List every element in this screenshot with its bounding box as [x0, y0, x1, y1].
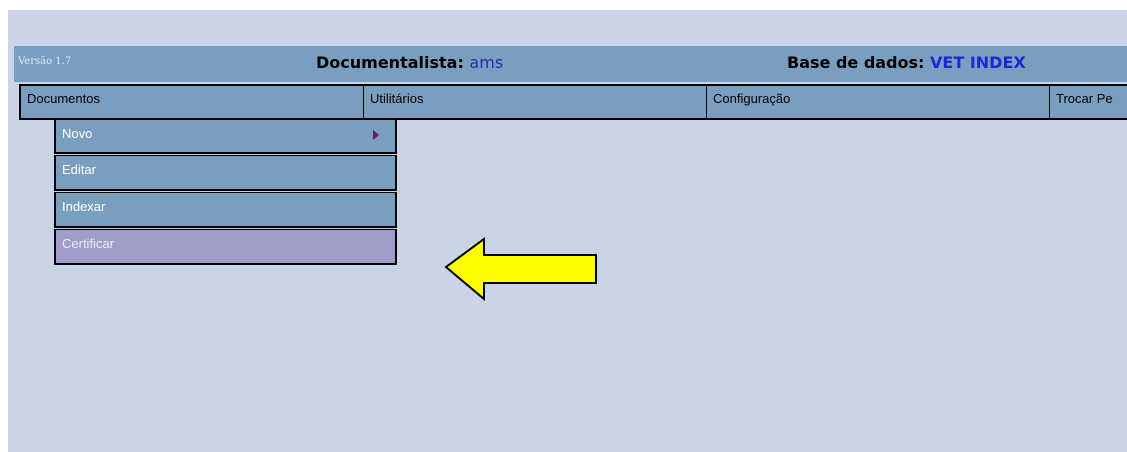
documentalista-label: Documentalista:: [316, 53, 464, 72]
submenu-item-label: Certificar: [62, 236, 115, 251]
menu-trocar[interactable]: Trocar Pe: [1050, 86, 1127, 118]
documentos-submenu: Novo Editar Indexar Certificar: [54, 118, 397, 266]
submenu-arrow-icon: [373, 130, 379, 140]
database-name: VET INDEX: [930, 53, 1026, 72]
submenu-item-label: Editar: [62, 162, 96, 177]
submenu-item-label: Novo: [62, 126, 93, 141]
menu-configuracao[interactable]: Configuração: [707, 86, 1050, 118]
header-bar: Versão 1.7 Documentalista: ams Base de d…: [14, 46, 1127, 82]
app-canvas: Versão 1.7 Documentalista: ams Base de d…: [8, 10, 1127, 452]
yellow-arrow-icon: [444, 237, 597, 301]
database-label: Base de dados:: [787, 53, 925, 72]
submenu-item-novo[interactable]: Novo: [54, 118, 397, 154]
documentalista-info: Documentalista: ams: [316, 53, 503, 72]
submenu-item-label: Indexar: [62, 199, 106, 214]
documentalista-user: ams: [469, 53, 504, 72]
menu-utilitarios[interactable]: Utilitários: [364, 86, 707, 118]
main-menubar: Documentos Utilitários Configuração Troc…: [19, 84, 1127, 120]
menu-documentos[interactable]: Documentos: [21, 86, 364, 118]
version-label: Versão 1.7: [18, 56, 72, 67]
submenu-item-indexar[interactable]: Indexar: [54, 192, 397, 228]
submenu-item-editar[interactable]: Editar: [54, 155, 397, 191]
submenu-item-certificar[interactable]: Certificar: [54, 229, 397, 265]
database-info: Base de dados: VET INDEX: [787, 53, 1026, 72]
